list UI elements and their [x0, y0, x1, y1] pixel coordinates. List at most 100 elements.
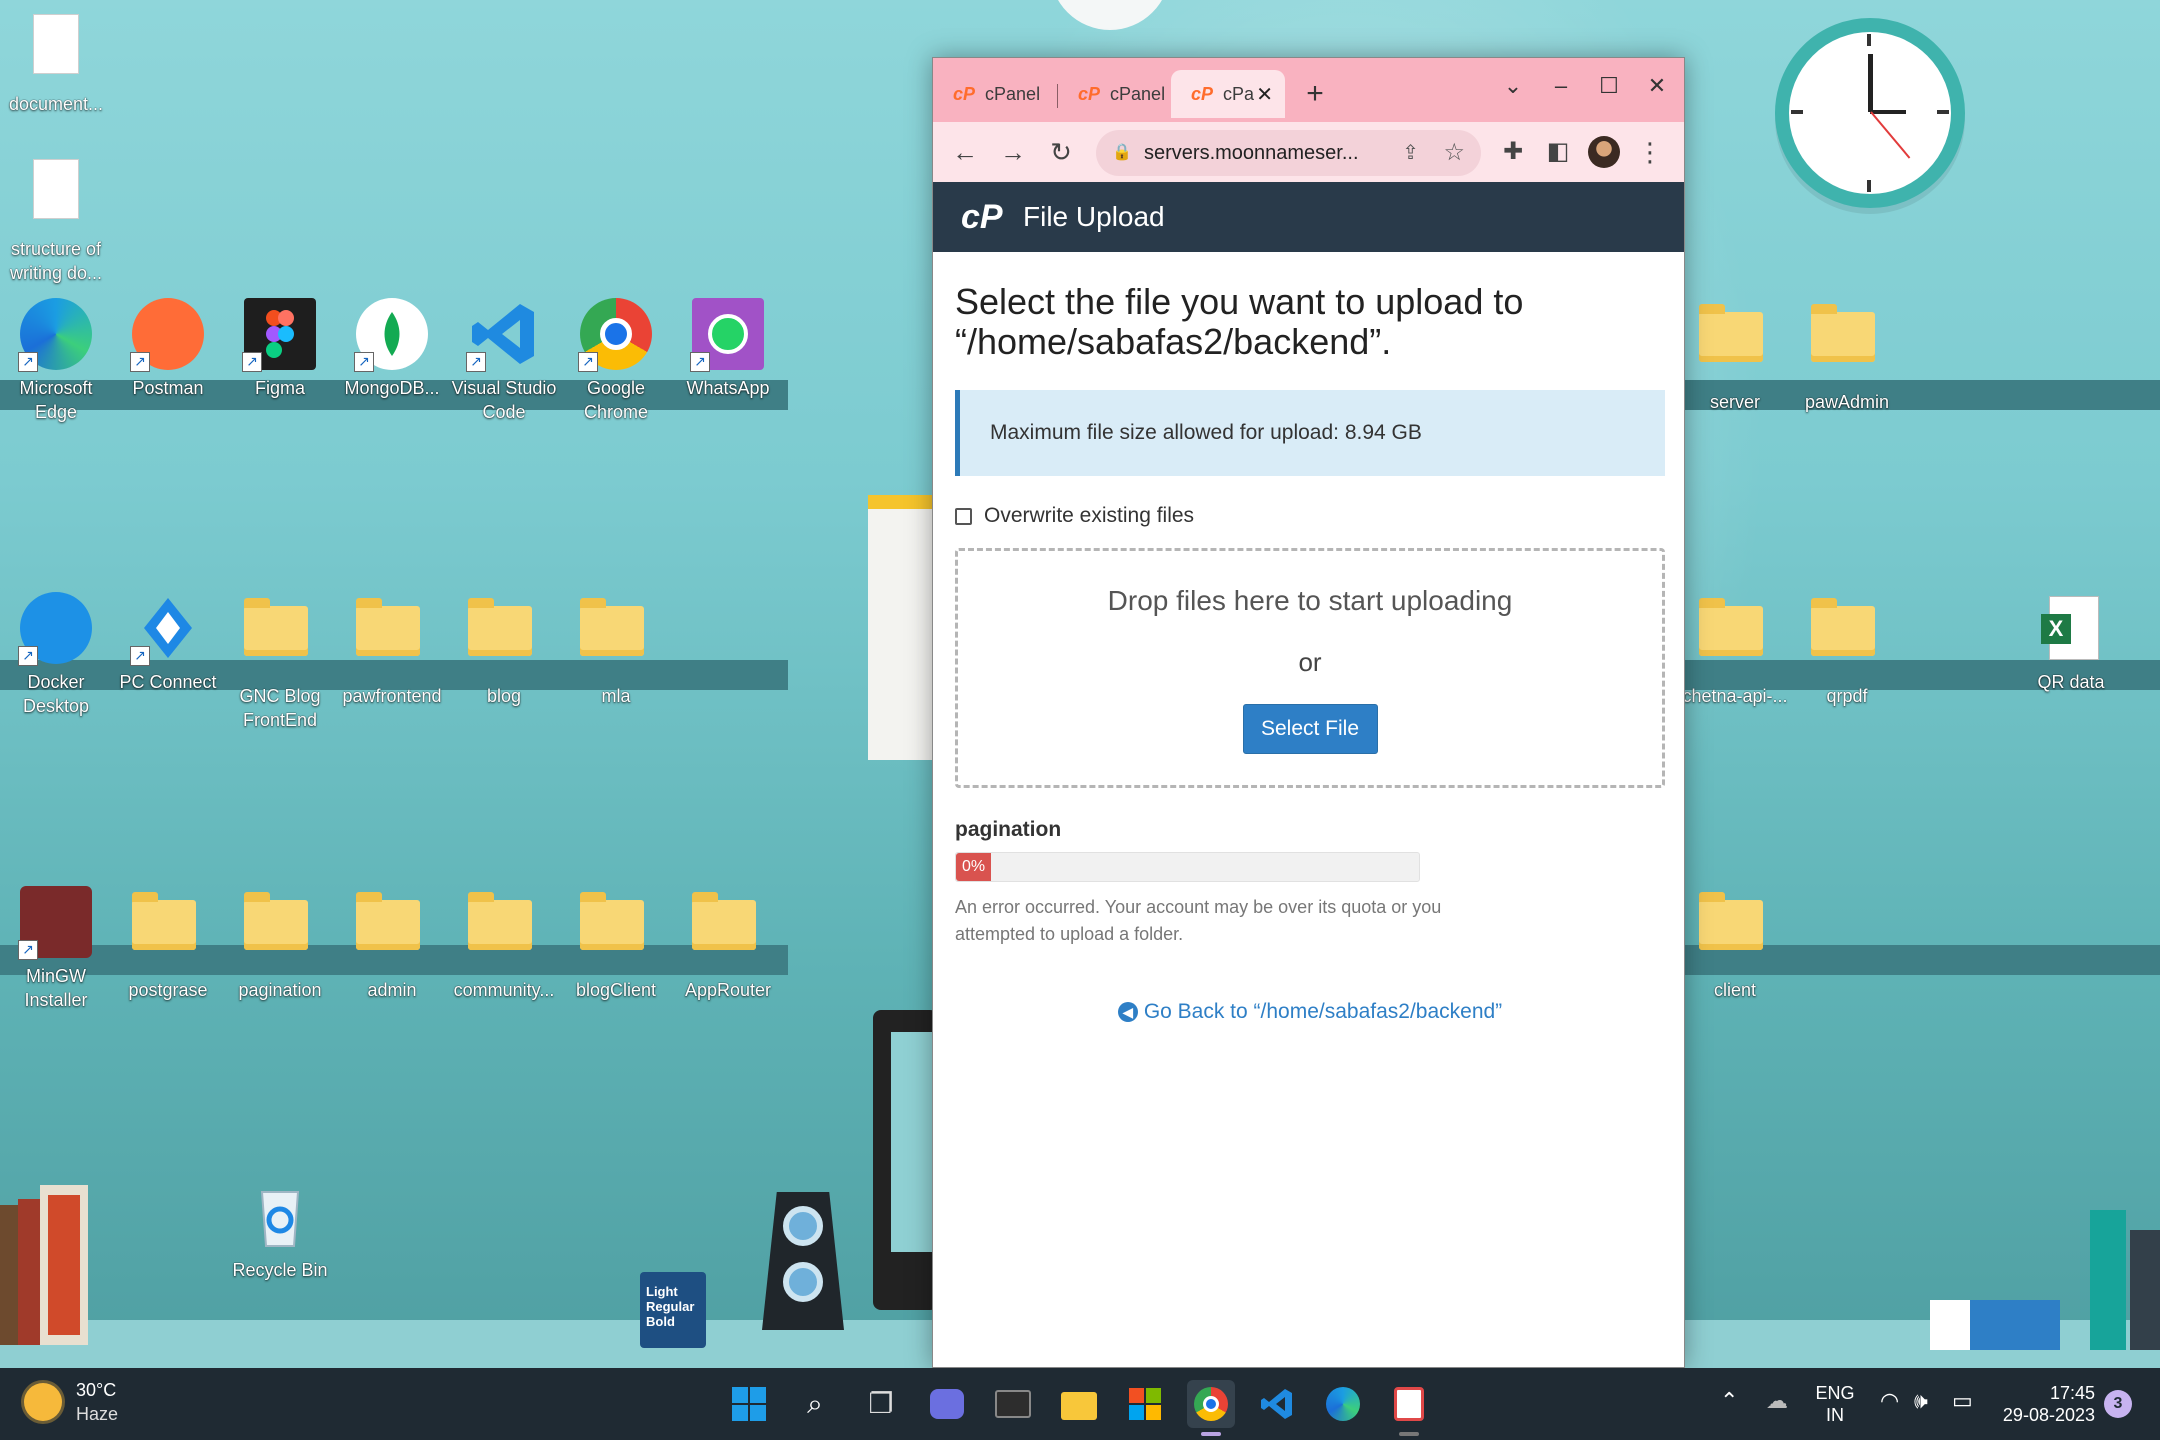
minimize-button[interactable]: – [1537, 66, 1585, 106]
max-size-info: Maximum file size allowed for upload: 8.… [955, 390, 1665, 476]
desktop-icon-mla[interactable]: mla [560, 592, 672, 708]
volume-icon[interactable]: 🕪 [1914, 1388, 1928, 1414]
desktop-icon-label: chetna-api-... [1682, 686, 1788, 706]
new-tab-button[interactable]: + [1291, 74, 1339, 114]
terminal-icon[interactable] [989, 1380, 1037, 1428]
figma-icon: ↗ [242, 298, 316, 372]
desktop-icon-label: Visual Studio Code [451, 378, 557, 422]
desktop-icon-pagination[interactable]: pagination [224, 886, 336, 1002]
overwrite-option[interactable]: Overwrite existing files [955, 504, 1665, 528]
reload-button[interactable]: ↻ [1041, 132, 1081, 172]
maximize-button[interactable]: ☐ [1585, 66, 1633, 106]
language-indicator[interactable]: ENG IN [1810, 1368, 1860, 1440]
desktop-icon-chetna-api[interactable]: chetna-api-... [1679, 592, 1791, 708]
region-code: IN [1826, 1405, 1844, 1425]
drop-zone-or: or [1298, 647, 1322, 677]
desktop-icon-client[interactable]: client [1679, 886, 1791, 1002]
bookmark-star-icon[interactable]: ☆ [1443, 130, 1465, 176]
extensions-puzzle-icon[interactable]: ✚ [1493, 132, 1533, 172]
snipping-tool-icon[interactable] [1385, 1380, 1433, 1428]
battery-icon[interactable]: ▭ [1952, 1388, 1973, 1414]
desktop-icon-figma[interactable]: ↗ Figma [224, 298, 336, 400]
edge-taskbar-icon[interactable] [1319, 1380, 1367, 1428]
tab-cpanel-2[interactable]: cP cPanel [1058, 70, 1183, 118]
forward-button[interactable]: → [993, 132, 1033, 172]
address-bar[interactable]: 🔒 servers.moonnameser... ⇪ ☆ [1096, 130, 1481, 176]
desktop-icon-postman[interactable]: ↗ Postman [112, 298, 224, 400]
notification-badge[interactable]: 3 [2104, 1390, 2132, 1418]
desktop-icon-gnc-blog[interactable]: GNC Blog FrontEnd [224, 592, 336, 732]
desktop-icon-edge[interactable]: ↗ Microsoft Edge [0, 298, 112, 424]
chrome-taskbar-icon[interactable] [1187, 1380, 1235, 1428]
desktop-icon-qrpdf[interactable]: qrpdf [1791, 592, 1903, 708]
tab-cpanel-1[interactable]: cP cPanel [933, 70, 1058, 118]
desktop-icon-pawfrontend[interactable]: pawfrontend [336, 592, 448, 708]
weather-temperature: 30°C [76, 1380, 117, 1400]
desktop-icon-label: Figma [254, 378, 305, 398]
desktop-icon-vscode[interactable]: ↗ Visual Studio Code [448, 298, 560, 424]
file-drop-zone[interactable]: Drop files here to start uploading or Se… [955, 548, 1665, 788]
folder-icon [468, 892, 532, 950]
desktop-icon-chrome[interactable]: ↗ Google Chrome [560, 298, 672, 424]
cpanel-favicon-icon: cP [1078, 83, 1101, 104]
start-windows-icon[interactable] [725, 1380, 773, 1428]
chrome-icon: ↗ [578, 298, 652, 372]
desktop-icon-whatsapp[interactable]: ↗ WhatsApp [672, 298, 784, 400]
page-title: Select the file you want to upload to “/… [955, 281, 1524, 362]
profile-avatar[interactable] [1588, 136, 1620, 168]
upload-progress-bar: 0% [955, 852, 1420, 882]
desktop-icon-label: client [1713, 980, 1757, 1000]
onedrive-cloud-icon[interactable]: ☁ [1766, 1388, 1788, 1414]
desktop-icon-pawadmin[interactable]: pawAdmin [1791, 298, 1903, 414]
upload-content: Select the file you want to upload to “/… [955, 252, 1665, 1024]
tab-cpanel-active[interactable]: cP cPa ✕ [1171, 70, 1285, 118]
arrow-left-circle-icon: ◀ [1117, 1002, 1138, 1022]
go-back-link[interactable]: ◀ Go Back to “/home/sabafas2/backend” [955, 1000, 1665, 1024]
close-window-button[interactable]: ✕ [1633, 66, 1681, 106]
weather-widget[interactable]: 30°C Haze [24, 1378, 118, 1426]
tab-close-icon[interactable]: ✕ [1256, 82, 1273, 107]
desktop-icon-blog[interactable]: blog [448, 592, 560, 708]
task-view-icon[interactable]: ❐ [857, 1380, 905, 1428]
desktop-icon-postgrase[interactable]: postgrase [112, 886, 224, 1002]
wall-clock [1775, 18, 1965, 208]
wifi-icon[interactable]: ◠ [1880, 1388, 1899, 1414]
desktop-icon-approuter[interactable]: AppRouter [672, 886, 784, 1002]
desktop-icon-label: document... [8, 94, 104, 114]
desktop-icon-blogclient[interactable]: blogClient [560, 886, 672, 1002]
tab-search-chevron-icon[interactable]: ⌄ [1489, 66, 1537, 106]
desktop-icon-community[interactable]: community... [448, 886, 560, 1002]
microsoft-store-icon[interactable] [1121, 1380, 1169, 1428]
desktop-icon-admin[interactable]: admin [336, 886, 448, 1002]
teams-chat-icon[interactable] [923, 1380, 971, 1428]
file-explorer-icon[interactable] [1055, 1380, 1103, 1428]
desktop-icon-label: blog [486, 686, 522, 706]
share-icon[interactable]: ⇪ [1402, 130, 1419, 176]
browser-menu-icon[interactable]: ⋮ [1630, 132, 1670, 172]
desktop-icon-label: community... [453, 980, 555, 1000]
show-hidden-icons-chevron-icon[interactable]: ⌃ [1720, 1388, 1738, 1414]
desktop-icon-structure-doc[interactable]: structure of writing do... [0, 155, 112, 285]
desktop-icon-server[interactable]: server [1679, 298, 1791, 414]
overwrite-checkbox[interactable] [955, 507, 972, 525]
desktop-icon-mongodb[interactable]: ↗ MongoDB... [336, 298, 448, 400]
desktop-icon-qr-data[interactable]: X QR data [2015, 592, 2127, 694]
select-file-button[interactable]: Select File [1242, 704, 1378, 754]
desktop-icon-docker[interactable]: ↗ Docker Desktop [0, 592, 112, 718]
desktop-icon-recycle-bin[interactable]: Recycle Bin [224, 1180, 336, 1282]
edge-icon: ↗ [18, 298, 92, 372]
recycle-bin-icon [244, 1180, 316, 1252]
search-icon[interactable]: ⌕ [791, 1380, 839, 1428]
clock-date[interactable]: 17:45 29-08-2023 [1985, 1368, 2095, 1440]
tab-label: cPa [1223, 83, 1255, 104]
desktop-icon-document[interactable]: document... [0, 10, 112, 116]
lock-icon: 🔒 [1112, 144, 1132, 161]
mingw-installer-icon: ↗ [18, 886, 92, 960]
side-panel-icon[interactable]: ◧ [1538, 132, 1578, 172]
back-button[interactable]: ← [945, 132, 985, 172]
desktop-icon-mingw[interactable]: ↗ MinGW Installer [0, 886, 112, 1012]
vscode-taskbar-icon[interactable] [1253, 1380, 1301, 1428]
desktop-icon-label: Microsoft Edge [19, 378, 93, 422]
desktop-icon-label: Recycle Bin [232, 1260, 328, 1280]
desktop-icon-pc-connect[interactable]: ↗ PC Connect [112, 592, 224, 694]
